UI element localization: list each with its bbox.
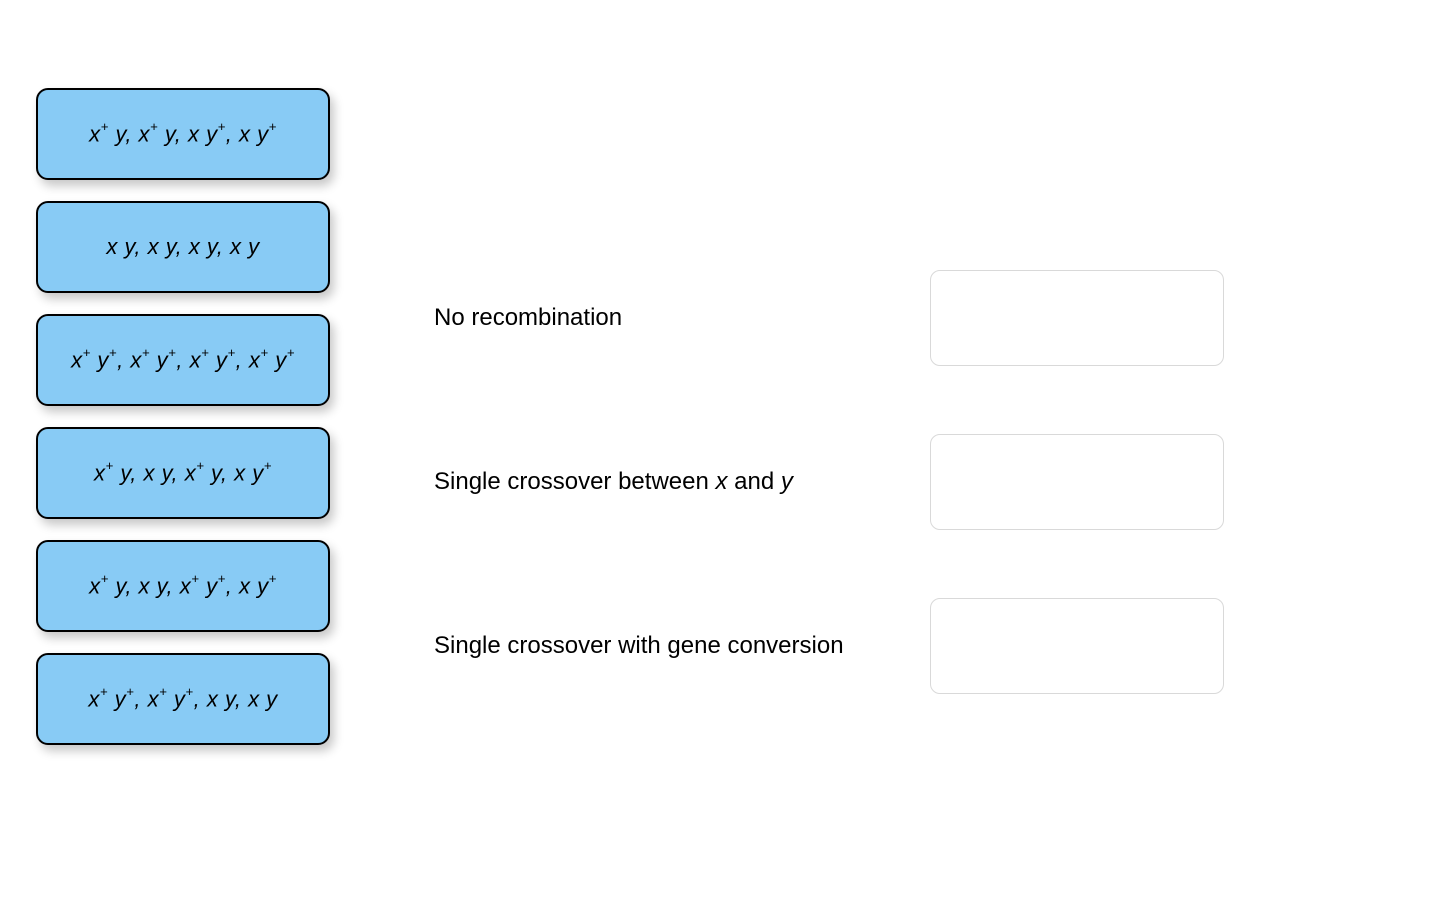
tile-genotype-label: x+ y, x+ y, x y+, x y+ xyxy=(89,121,277,148)
targets-area: No recombination Single crossover between… xyxy=(434,270,1224,762)
target-label-1: Single crossover between x and y xyxy=(434,465,874,499)
draggable-tile-3[interactable]: x+ y, x y, x+ y, x y+ xyxy=(36,427,330,519)
tile-genotype-label: x+ y, x y, x+ y+, x y+ xyxy=(89,573,277,600)
tile-genotype-label: x y, x y, x y, x y xyxy=(106,234,259,260)
target-row-1: Single crossover between x and y xyxy=(434,434,1224,530)
target-label-0: No recombination xyxy=(434,301,874,335)
tile-genotype-label: x+ y, x y, x+ y, x y+ xyxy=(94,460,272,487)
tile-genotype-label: x+ y+, x+ y+, x+ y+, x+ y+ xyxy=(71,347,295,374)
drop-zone-1[interactable] xyxy=(930,434,1224,530)
draggable-tile-0[interactable]: x+ y, x+ y, x y+, x y+ xyxy=(36,88,330,180)
drop-zone-2[interactable] xyxy=(930,598,1224,694)
target-row-0: No recombination xyxy=(434,270,1224,366)
draggable-tile-5[interactable]: x+ y+, x+ y+, x y, x y xyxy=(36,653,330,745)
target-label-2: Single crossover with gene conversion xyxy=(434,629,874,663)
drop-zone-0[interactable] xyxy=(930,270,1224,366)
draggables-column: x+ y, x+ y, x y+, x y+ x y, x y, x y, x y… xyxy=(36,88,330,745)
draggable-tile-2[interactable]: x+ y+, x+ y+, x+ y+, x+ y+ xyxy=(36,314,330,406)
tile-genotype-label: x+ y+, x+ y+, x y, x y xyxy=(88,686,277,713)
draggable-tile-4[interactable]: x+ y, x y, x+ y+, x y+ xyxy=(36,540,330,632)
target-row-2: Single crossover with gene conversion xyxy=(434,598,1224,694)
draggable-tile-1[interactable]: x y, x y, x y, x y xyxy=(36,201,330,293)
